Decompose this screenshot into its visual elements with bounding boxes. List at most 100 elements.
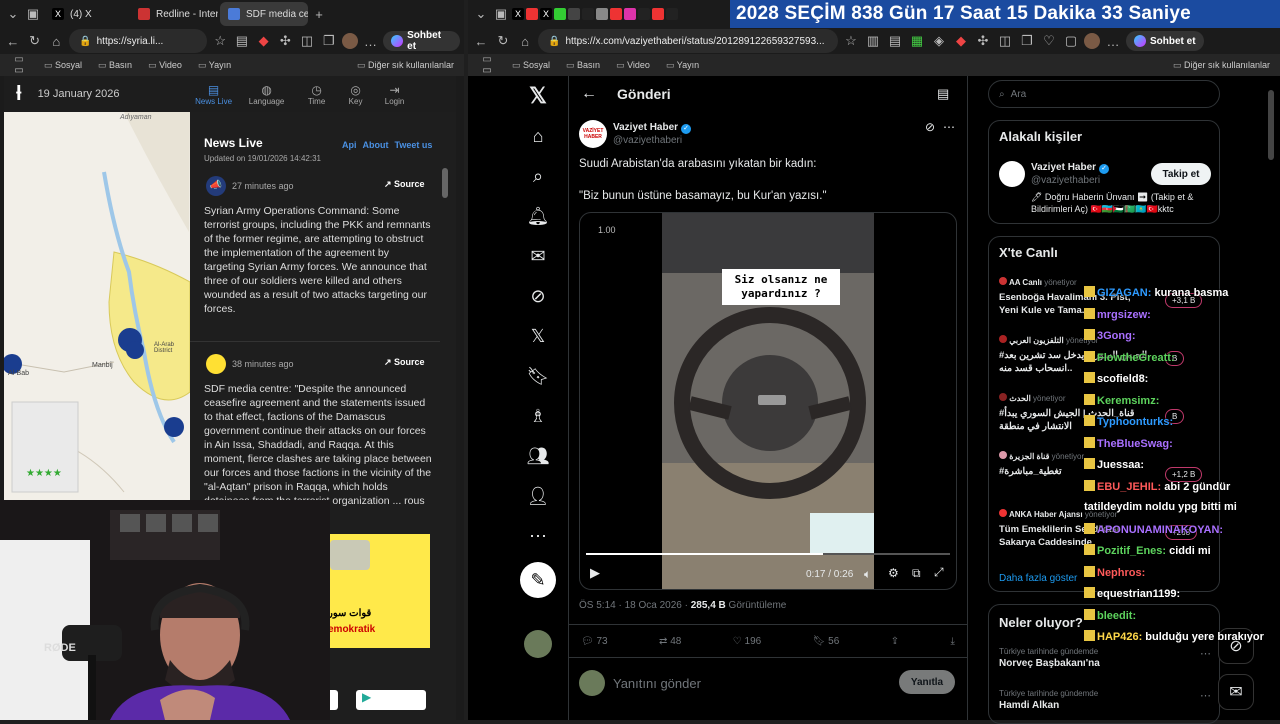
jobs-icon[interactable]: ♗ — [518, 396, 558, 436]
home-icon[interactable]: ⌂ — [47, 34, 65, 49]
news-image[interactable]: قوات سور emokratik — [324, 534, 430, 648]
refresh-icon[interactable]: ↻ — [26, 33, 44, 49]
download-icon[interactable]: ⤓ — [951, 636, 955, 647]
favorite-icon[interactable]: ☆ — [211, 33, 229, 49]
reply-button[interactable]: 💬︎ 73 — [581, 636, 608, 647]
nav-key[interactable]: ◎ Key — [342, 83, 370, 106]
youtube-icon[interactable] — [610, 8, 622, 20]
reply-input[interactable]: Yanıtını gönder — [613, 676, 883, 691]
like-button[interactable]: ♡ 196 — [733, 636, 761, 647]
play-icon[interactable]: ▶ — [590, 565, 600, 581]
nav-news-live[interactable]: ▤ News Live — [186, 83, 242, 106]
extension-icon[interactable]: ◈ — [930, 33, 948, 49]
repost-button[interactable]: ⇄ 48 — [659, 636, 681, 647]
api-link[interactable]: Api — [342, 140, 357, 150]
extension-icon[interactable]: ▢ — [1062, 33, 1080, 49]
x-tab-icon[interactable] — [638, 8, 650, 20]
trend-more-icon[interactable]: ⋯ — [1200, 647, 1211, 660]
settings-icon[interactable]: ⚙ — [888, 566, 899, 580]
puzzle-icon[interactable]: ✣ — [276, 33, 294, 49]
follow-button[interactable]: Takip et — [1151, 163, 1211, 185]
back-icon[interactable]: ← — [472, 34, 490, 49]
left-address-bar[interactable]: 🔒 https://syria.li... — [69, 29, 208, 53]
profile-icon[interactable]: 👤︎ — [518, 476, 558, 516]
communities-icon[interactable]: 👥︎ — [518, 436, 558, 476]
video-player[interactable]: 1.00 Siz olsanız ne yapardınız ? ▶ 0:17 … — [579, 212, 957, 590]
post-button[interactable]: ✎ — [520, 562, 556, 598]
author-name[interactable]: Vaziyet Haber — [613, 122, 678, 133]
post-timestamp[interactable]: ÖS 5:14 · 18 Oca 2026 · — [579, 600, 688, 611]
search-box[interactable]: ⌕ Ara — [988, 80, 1220, 108]
bookmark-folder[interactable]: Yayın — [198, 60, 231, 71]
home-icon[interactable]: ⌂ — [518, 116, 558, 156]
volume-icon[interactable]: 🔈︎ — [864, 567, 871, 582]
bookmark-folder[interactable]: Basın — [566, 60, 600, 71]
extension-icon[interactable]: ▥ — [864, 33, 882, 49]
bookmark-folder[interactable]: Sosyal — [512, 60, 550, 71]
performance-icon[interactable]: ♡ — [1040, 33, 1058, 49]
x-tab-icon[interactable] — [666, 8, 678, 20]
copilot-button[interactable]: Sohbet et — [383, 30, 460, 52]
messages-icon[interactable]: ✉ — [518, 236, 558, 276]
avatar[interactable] — [1084, 33, 1100, 49]
tab-redline[interactable]: Redline - Intern — [130, 2, 218, 26]
tab-actions-icon[interactable]: ⌄ — [4, 6, 22, 22]
sidebar-toggle-icon[interactable]: ▭ — [478, 54, 496, 76]
video-progress-track[interactable] — [586, 553, 950, 555]
avatar[interactable] — [341, 33, 358, 49]
play-store-button[interactable]: ▶ — [356, 690, 426, 710]
collections-icon[interactable]: ❐ — [1018, 33, 1036, 49]
new-tab-icon[interactable]: + — [310, 7, 328, 22]
nav-time[interactable]: ◷ Time — [292, 83, 342, 106]
refresh-icon[interactable]: ↻ — [494, 33, 512, 49]
more-icon[interactable]: … — [1104, 34, 1122, 49]
workspaces-icon[interactable]: ▣ — [24, 6, 42, 22]
tweet-us-link[interactable]: Tweet us — [395, 140, 433, 150]
show-more-link[interactable]: Daha fazla göster — [999, 573, 1077, 584]
tab-actions-icon[interactable]: ⌄ — [472, 6, 490, 22]
bookmarks-icon[interactable]: 🔖︎ — [518, 356, 558, 396]
map-area[interactable]: Adıyaman Manbij Al-Bab Al-Arab District … — [4, 112, 190, 500]
puzzle-icon[interactable]: ✣ — [974, 33, 992, 49]
grok-explain-icon[interactable]: ⊘ — [925, 120, 935, 134]
trend-item[interactable]: Türkiye tarihinde gündemde Norveç Başbak… — [999, 647, 1211, 669]
grok-icon[interactable]: ⊘ — [518, 276, 558, 316]
nav-login[interactable]: ⇥ Login — [370, 83, 420, 106]
extension-red-icon[interactable]: ◆ — [952, 33, 970, 49]
nav-language[interactable]: ◍ Language — [242, 83, 292, 106]
about-link[interactable]: About — [363, 140, 389, 150]
related-avatar[interactable] — [999, 161, 1025, 187]
bookmark-folder[interactable]: Basın — [98, 60, 132, 71]
author-handle[interactable]: @vaziyethaberi — [613, 135, 682, 146]
youtube-icon[interactable] — [526, 8, 538, 20]
extension-icon[interactable]: ▤ — [233, 33, 251, 49]
photos-icon[interactable] — [596, 8, 608, 20]
split-icon[interactable]: ◫ — [298, 33, 316, 49]
home-icon[interactable]: ⌂ — [516, 34, 534, 49]
reply-button-submit[interactable]: Yanıtla — [899, 670, 955, 694]
instagram-icon[interactable] — [624, 8, 636, 20]
x-tab-icon[interactable]: X — [540, 8, 552, 20]
bookmark-folder[interactable]: Video — [148, 60, 182, 71]
back-arrow-icon[interactable]: ← — [581, 85, 597, 103]
more-circle-icon[interactable]: ⋯ — [518, 516, 558, 556]
bookmark-folder[interactable]: Video — [616, 60, 650, 71]
source-link[interactable]: ↗ Source — [384, 179, 425, 190]
bookmark-button[interactable]: 🔖︎ 56 — [813, 636, 840, 647]
messages-fab[interactable]: ✉ — [1218, 674, 1254, 710]
collections-icon[interactable]: ❐ — [320, 33, 338, 49]
reader-icon[interactable]: ▤ — [937, 86, 949, 102]
post-more-icon[interactable]: ⋯ — [943, 120, 955, 134]
account-avatar[interactable] — [524, 630, 552, 658]
split-icon[interactable]: ◫ — [996, 33, 1014, 49]
trend-more-icon[interactable]: ⋯ — [1200, 689, 1211, 702]
extension-icon[interactable]: ▤ — [886, 33, 904, 49]
kick-icon[interactable] — [554, 8, 566, 20]
extension-red-icon[interactable]: ◆ — [255, 33, 273, 49]
bookmark-folder[interactable]: Yayın — [666, 60, 699, 71]
related-name[interactable]: Vaziyet Haber — [1031, 162, 1096, 173]
more-icon[interactable]: … — [362, 34, 380, 49]
source-link[interactable]: ↗ Source — [384, 357, 425, 368]
sidebar-toggle-icon[interactable]: ▭ — [10, 54, 28, 76]
author-avatar[interactable]: VAZİYET HABER — [579, 120, 607, 148]
